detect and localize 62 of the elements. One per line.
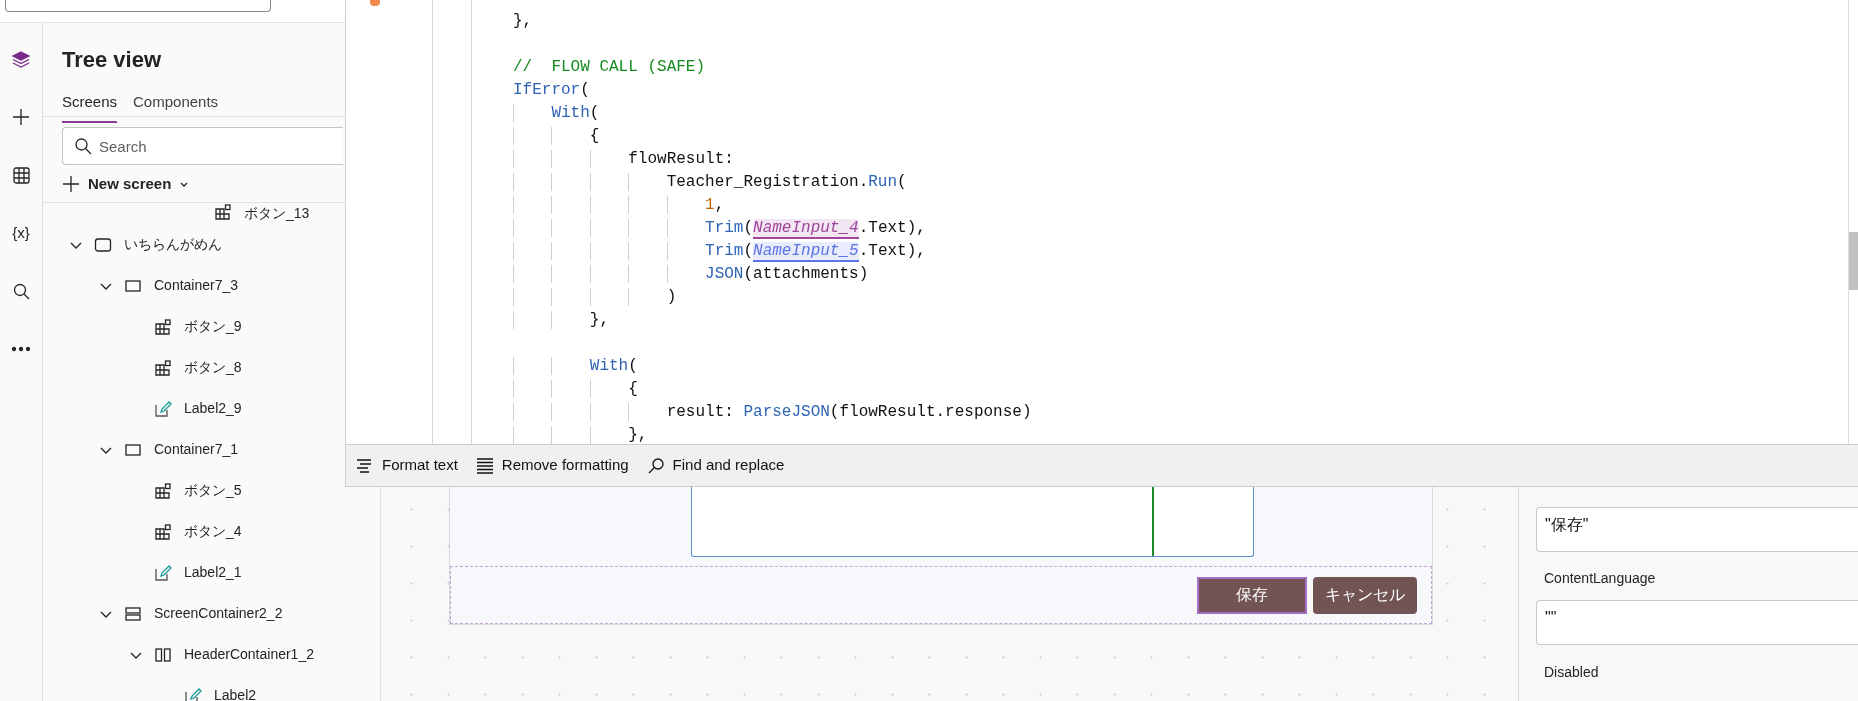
app-button[interactable]: 保存 <box>1197 576 1307 614</box>
stacked-rows-icon <box>124 604 142 623</box>
code-line: Trim(NameInput_5.Text), <box>513 240 926 263</box>
toolbar-button[interactable]: Find and replace <box>646 454 785 477</box>
component-icon <box>154 522 172 541</box>
tree-item[interactable]: ボタン_9 <box>184 316 242 337</box>
plus-icon <box>62 175 80 193</box>
edit-icon <box>154 399 172 418</box>
top-search-field[interactable] <box>5 0 271 12</box>
code-line: Teacher_Registration.Run( <box>513 171 907 194</box>
code-line: ) <box>513 286 677 309</box>
tree-item[interactable]: Label2_9 <box>184 398 242 419</box>
code-line: With( <box>513 355 638 378</box>
tree-item[interactable]: Label2_1 <box>184 562 242 583</box>
tree-item[interactable]: ScreenContainer2_2 <box>154 603 283 624</box>
component-icon <box>214 203 232 221</box>
scrollbar[interactable] <box>1848 0 1858 444</box>
lines-icon <box>475 456 494 475</box>
search-icon <box>74 137 92 155</box>
tab[interactable]: Components <box>133 89 219 123</box>
code-line: IfError( <box>513 80 590 101</box>
code-line: With( <box>513 102 600 125</box>
edit-icon <box>184 686 202 701</box>
edit-icon <box>154 563 172 582</box>
component-icon <box>154 358 172 377</box>
search-field[interactable]: Search <box>62 127 343 165</box>
code-line: { <box>513 125 600 148</box>
component-icon <box>154 317 172 336</box>
marker-icon <box>370 0 380 6</box>
search-icon <box>646 456 665 475</box>
screen-icon <box>94 235 112 254</box>
code-line: result: ParseJSON(flowResult.response) <box>513 401 1032 424</box>
tree-item[interactable]: Container7_1 <box>154 439 239 460</box>
chevron-down-icon <box>179 180 190 188</box>
toolbar-button[interactable]: Remove formatting <box>475 454 629 477</box>
property-label: ContentLanguage <box>1543 569 1657 588</box>
tab[interactable]: Screens <box>62 89 118 123</box>
code-line: }, <box>513 11 533 32</box>
new-screen-button[interactable]: New screen <box>62 169 190 199</box>
tree-item[interactable]: Container7_3 <box>154 275 239 296</box>
tree-item[interactable]: いちらんがめん <box>124 234 222 255</box>
tree-item[interactable]: ボタン_8 <box>184 357 242 378</box>
component-icon <box>154 481 172 500</box>
tree-item[interactable]: HeaderContainer1_2 <box>184 644 314 665</box>
tree-item[interactable]: Label2 <box>214 685 257 701</box>
code-line: Trim(NameInput_4.Text), <box>513 217 926 240</box>
tree-item[interactable]: ボタン_5 <box>184 480 242 501</box>
property-label: Disabled <box>1543 663 1600 682</box>
code-line: { <box>513 378 638 401</box>
columns-icon <box>154 645 172 664</box>
property-field[interactable]: "保存" <box>1536 507 1858 552</box>
code-line: flowResult: <box>513 148 734 171</box>
tree-item[interactable]: ボタン_4 <box>184 521 242 542</box>
format-text-icon <box>356 456 374 475</box>
tree-item[interactable]: ボタン_13 <box>244 203 310 224</box>
toolbar-button[interactable]: Format text <box>356 454 458 477</box>
property-field[interactable]: "" <box>1536 600 1858 645</box>
panel-title: Tree view <box>61 46 163 74</box>
app-button[interactable]: キャンセル <box>1313 576 1417 614</box>
code-line: JSON(attachments) <box>513 263 869 286</box>
code-line: // FLOW CALL (SAFE) <box>513 57 706 78</box>
text-input-field[interactable] <box>691 487 1254 557</box>
